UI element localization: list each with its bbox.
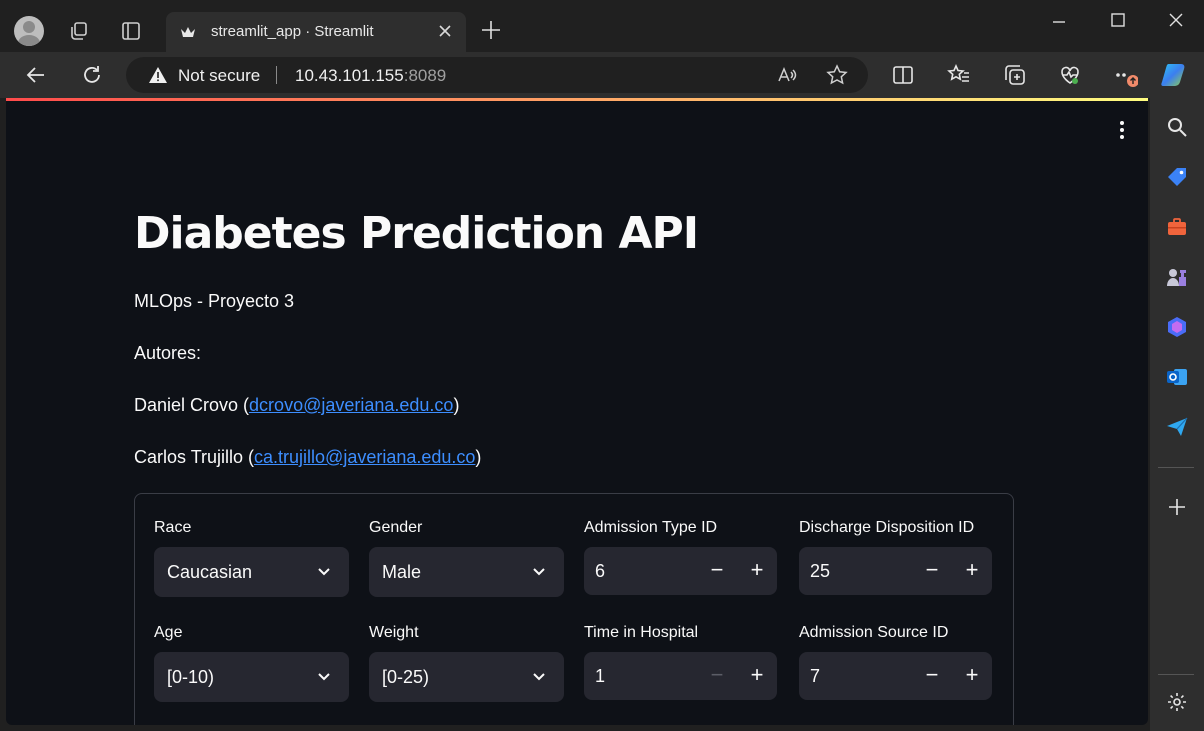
decrement-button[interactable]: −: [920, 559, 944, 583]
author-name: Carlos Trujillo: [134, 447, 244, 467]
refresh-icon[interactable]: [80, 63, 104, 87]
read-aloud-icon[interactable]: [776, 64, 798, 86]
gender-field: Gender Male: [369, 519, 564, 597]
decrement-button[interactable]: −: [705, 559, 729, 583]
authors-label: Autores:: [134, 343, 202, 363]
author-email-link[interactable]: dcrovo@javeriana.edu.co: [249, 395, 453, 415]
weight-select[interactable]: [0-25): [369, 652, 564, 702]
increment-button[interactable]: +: [745, 664, 769, 688]
age-label: Age: [154, 624, 183, 641]
browser-navbar: Not secure 10.43.101.155:8089: [0, 52, 1204, 98]
security-status-label[interactable]: Not secure: [178, 66, 260, 86]
minimize-window-icon[interactable]: [1047, 12, 1071, 34]
time-in-hospital-label: Time in Hospital: [584, 624, 699, 641]
decrement-button[interactable]: −: [920, 664, 944, 688]
url-host: 10.43.101.155: [295, 66, 404, 85]
maximize-window-icon[interactable]: [1106, 10, 1130, 32]
sidebar-settings-gear-icon[interactable]: [1166, 691, 1188, 713]
copilot-app-icon[interactable]: [1166, 316, 1188, 338]
subtitle: MLOps - Proyecto 3: [134, 291, 295, 311]
weight-label: Weight: [369, 624, 419, 641]
add-sidebar-app-icon[interactable]: [1166, 496, 1188, 518]
sidebar-separator: [1158, 467, 1194, 468]
favorite-star-icon[interactable]: [826, 64, 848, 86]
browser-sidebar: [1150, 98, 1204, 731]
tools-briefcase-icon[interactable]: [1166, 216, 1188, 238]
browser-titlebar: streamlit_app · Streamlit: [0, 0, 1204, 52]
chevron-down-icon: [318, 673, 330, 681]
close-window-icon[interactable]: [1164, 10, 1188, 32]
race-field: Race Caucasian: [154, 519, 349, 597]
close-tab-icon[interactable]: [436, 22, 454, 40]
discharge-disposition-id-input[interactable]: 25 − +: [799, 547, 992, 595]
new-tab-icon[interactable]: [480, 19, 502, 41]
author-name: Daniel Crovo: [134, 395, 239, 415]
increment-button[interactable]: +: [745, 559, 769, 583]
address-bar[interactable]: Not secure 10.43.101.155:8089: [126, 57, 868, 93]
chevron-down-icon: [318, 568, 330, 576]
url-text[interactable]: 10.43.101.155:8089: [295, 66, 446, 86]
race-value: Caucasian: [167, 562, 253, 582]
url-port: :8089: [403, 66, 447, 85]
age-select[interactable]: [0-10): [154, 652, 349, 702]
weight-value: [0-25): [382, 667, 430, 687]
author-email-link[interactable]: ca.trujillo@javeriana.edu.co: [254, 447, 475, 467]
admission-source-id-field: Admission Source ID 7 − +: [799, 624, 994, 700]
games-icon[interactable]: [1166, 266, 1188, 288]
copilot-icon[interactable]: [1160, 61, 1190, 89]
decrement-button[interactable]: −: [705, 664, 729, 688]
address-separator: [276, 66, 277, 84]
gender-label: Gender: [369, 519, 423, 536]
race-select[interactable]: Caucasian: [154, 547, 349, 597]
chevron-down-icon: [533, 673, 545, 681]
page-title: Diabetes Prediction API: [134, 208, 699, 259]
back-arrow-icon[interactable]: [24, 63, 48, 87]
admission-type-id-field: Admission Type ID 6 − +: [584, 519, 779, 595]
race-label: Race: [154, 519, 192, 536]
streamlit-favicon-icon: [181, 27, 195, 37]
author-line: Daniel Crovo (dcrovo@javeriana.edu.co): [134, 395, 460, 415]
favorites-icon[interactable]: [947, 63, 971, 87]
admission-type-id-input[interactable]: 6 − +: [584, 547, 777, 595]
admission-source-id-value: 7: [810, 666, 821, 686]
admission-source-id-label: Admission Source ID: [799, 624, 949, 641]
streamlit-header-decoration: [6, 98, 1148, 101]
time-in-hospital-field: Time in Hospital 1 − +: [584, 624, 779, 700]
increment-button[interactable]: +: [960, 559, 984, 583]
split-screen-icon[interactable]: [891, 63, 915, 87]
settings-more-icon[interactable]: [1114, 63, 1138, 87]
discharge-disposition-id-field: Discharge Disposition ID 25 − +: [799, 519, 994, 595]
age-value: [0-10): [167, 667, 215, 687]
gender-select[interactable]: Male: [369, 547, 564, 597]
outlook-icon[interactable]: [1166, 366, 1188, 388]
chevron-down-icon: [533, 568, 545, 576]
profile-avatar-icon[interactable]: [14, 16, 44, 46]
weight-field: Weight [0-25): [369, 624, 564, 702]
browser-essentials-icon[interactable]: [1058, 63, 1082, 87]
search-icon[interactable]: [1166, 116, 1188, 138]
page-viewport: Diabetes Prediction API MLOps - Proyecto…: [6, 98, 1148, 725]
discharge-disposition-id-label: Discharge Disposition ID: [799, 519, 975, 536]
time-in-hospital-input[interactable]: 1 − +: [584, 652, 777, 700]
collections-icon[interactable]: [1003, 63, 1027, 87]
age-field: Age [0-10): [154, 624, 349, 702]
admission-source-id-input[interactable]: 7 − +: [799, 652, 992, 700]
workspaces-icon[interactable]: [68, 20, 90, 42]
gender-value: Male: [382, 562, 422, 582]
author-line: Carlos Trujillo (ca.trujillo@javeriana.e…: [134, 447, 482, 467]
send-telegram-icon[interactable]: [1166, 416, 1188, 438]
tab-title: streamlit_app · Streamlit: [211, 23, 374, 40]
tab-actions-icon[interactable]: [120, 20, 142, 42]
shopping-tag-icon[interactable]: [1166, 166, 1188, 188]
admission-type-id-value: 6: [595, 561, 606, 581]
prediction-form: Race Caucasian Gender Male Admission Typ…: [134, 493, 1014, 725]
time-in-hospital-value: 1: [595, 666, 606, 686]
admission-type-id-label: Admission Type ID: [584, 519, 718, 536]
main-menu-kebab-icon[interactable]: [1114, 120, 1130, 140]
discharge-disposition-id-value: 25: [810, 561, 831, 581]
browser-tab-active[interactable]: streamlit_app · Streamlit: [166, 12, 466, 52]
increment-button[interactable]: +: [960, 664, 984, 688]
sidebar-separator-bottom: [1158, 674, 1194, 675]
warning-icon[interactable]: [148, 66, 168, 84]
